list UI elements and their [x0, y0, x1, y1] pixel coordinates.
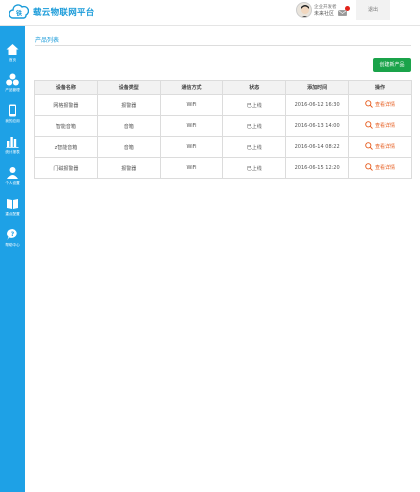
view-details-link[interactable]: 查看详情 — [365, 100, 395, 108]
action-cell: 查看详情 — [348, 136, 412, 158]
action-cell: 查看详情 — [348, 115, 412, 137]
product-icon — [6, 73, 19, 86]
sidebar-item-home[interactable]: 首页 — [0, 40, 25, 68]
table-header-row: 设备名称 设备类型 通信方式 状态 添加时间 操作 — [34, 80, 412, 95]
device-type: 音箱 — [96, 115, 161, 137]
divider — [35, 45, 411, 46]
book-icon — [7, 199, 18, 209]
device-name: 智能音箱 — [34, 115, 98, 137]
table-row: 门磁报警器 报警器 WiFi 已上线 2016-06-15 12:20 查看详情 — [34, 157, 412, 179]
search-icon — [365, 121, 373, 129]
mail-icon[interactable] — [338, 10, 347, 16]
added-time: 2016-06-15 12:20 — [285, 157, 350, 179]
phone-icon — [9, 104, 16, 117]
device-status: 已上线 — [222, 94, 287, 116]
table-row: 智能音箱 音箱 WiFi 已上线 2016-06-13 14:00 查看详情 — [34, 115, 412, 137]
search-icon — [365, 100, 373, 108]
user-name[interactable]: 未来社区 — [314, 10, 334, 17]
search-icon — [365, 142, 373, 150]
search-icon — [365, 163, 373, 171]
sidebar-item-label: 统计报表 — [5, 150, 20, 154]
column-header: 设备名称 — [34, 80, 98, 95]
column-header: 操作 — [348, 80, 412, 95]
user-icon — [7, 167, 18, 179]
logout-button[interactable]: 退出 — [356, 0, 390, 20]
added-time: 2016-06-12 16:30 — [285, 94, 350, 116]
svg-text:?: ? — [11, 231, 15, 238]
column-header: 添加时间 — [285, 80, 350, 95]
app-title: 载云物联网平台 — [33, 8, 95, 18]
sidebar: 首页 产品管理 我的应用 统计报表 个人设置 重点配置 ? 帮助中心 — [0, 26, 25, 492]
sidebar-item-apps[interactable]: 我的应用 — [0, 101, 25, 129]
product-table: 设备名称 设备类型 通信方式 状态 添加时间 操作 网格报警器 报警器 WiFi… — [34, 80, 412, 179]
device-type: 报警器 — [96, 157, 161, 179]
view-details-link[interactable]: 查看详情 — [365, 121, 395, 129]
column-header: 状态 — [222, 80, 287, 95]
view-details-link[interactable]: 查看详情 — [365, 142, 395, 150]
comm-method: WiFi — [159, 157, 224, 179]
bar-chart-icon — [6, 137, 19, 148]
device-status: 已上线 — [222, 136, 287, 158]
page-title: 产品列表 — [35, 37, 60, 44]
comm-method: WiFi — [159, 94, 224, 116]
avatar[interactable] — [296, 2, 312, 18]
device-status: 已上线 — [222, 115, 287, 137]
device-status: 已上线 — [222, 157, 287, 179]
sidebar-item-label: 首页 — [8, 58, 17, 62]
device-name: 网格报警器 — [34, 94, 98, 116]
table-row: z智能音箱 音箱 WiFi 已上线 2016-06-14 08:22 查看详情 — [34, 136, 412, 158]
sidebar-item-help[interactable]: ? 帮助中心 — [0, 225, 25, 253]
view-details-label: 查看详情 — [375, 101, 396, 108]
view-details-link[interactable]: 查看详情 — [365, 163, 395, 171]
action-cell: 查看详情 — [348, 94, 412, 116]
device-name: 门磁报警器 — [34, 157, 98, 179]
sidebar-item-label: 帮助中心 — [5, 243, 20, 247]
create-product-button[interactable]: 创建新产品 — [373, 58, 411, 72]
notification-badge — [345, 6, 350, 11]
column-header: 设备类型 — [96, 80, 161, 95]
view-details-label: 查看详情 — [375, 164, 396, 171]
column-header: 通信方式 — [159, 80, 224, 95]
sidebar-item-label: 个人设置 — [5, 181, 20, 185]
sidebar-item-settings[interactable]: 个人设置 — [0, 163, 25, 191]
action-cell: 查看详情 — [348, 157, 412, 179]
sidebar-item-label: 产品管理 — [5, 88, 20, 92]
sidebar-item-products[interactable]: 产品管理 — [0, 70, 25, 98]
device-type: 音箱 — [96, 136, 161, 158]
home-icon — [6, 44, 19, 55]
added-time: 2016-06-14 08:22 — [285, 136, 350, 158]
comm-method: WiFi — [159, 136, 224, 158]
device-type: 报警器 — [96, 94, 161, 116]
comm-method: WiFi — [159, 115, 224, 137]
svg-text:铁: 铁 — [16, 10, 22, 18]
sidebar-item-stats[interactable]: 统计报表 — [0, 132, 25, 160]
top-header: 铁 载云物联网平台 企业开发者 未来社区 退出 — [0, 0, 420, 26]
view-details-label: 查看详情 — [375, 122, 396, 129]
sidebar-item-config[interactable]: 重点配置 — [0, 194, 25, 222]
table-row: 网格报警器 报警器 WiFi 已上线 2016-06-12 16:30 查看详情 — [34, 94, 412, 116]
device-name: z智能音箱 — [34, 136, 98, 158]
view-details-label: 查看详情 — [375, 143, 396, 150]
sidebar-item-label: 重点配置 — [5, 212, 20, 216]
cloud-logo-icon: 铁 — [9, 4, 29, 19]
added-time: 2016-06-13 14:00 — [285, 115, 350, 137]
sidebar-item-label: 我的应用 — [5, 119, 20, 123]
help-icon: ? — [7, 229, 17, 240]
